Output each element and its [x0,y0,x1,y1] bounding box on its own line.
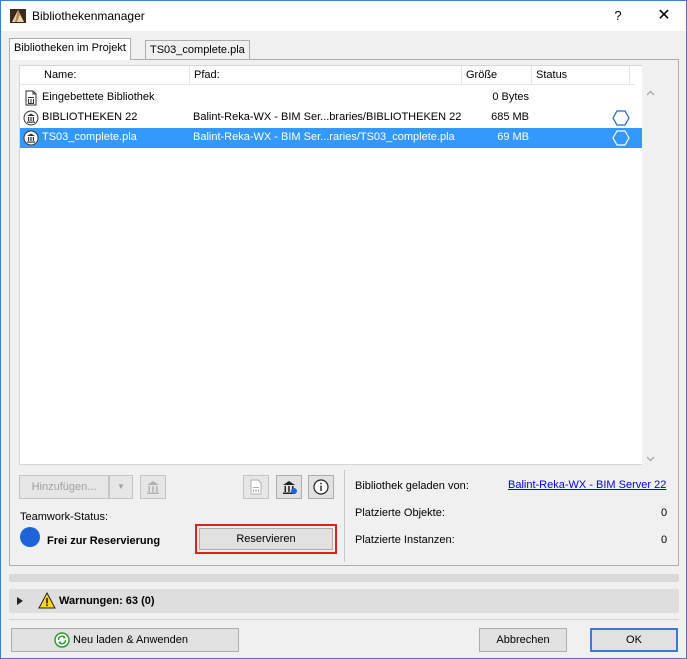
placed-objects-label: Platzierte Objekte: [355,507,445,519]
teamwork-status-icon [20,527,40,547]
placed-instances-value: 0 [661,534,668,546]
row-size: 0 Bytes [492,91,529,103]
library-icon [23,130,39,146]
footer-divider [9,619,679,620]
help-button[interactable]: ? [595,1,641,31]
loaded-from-link[interactable]: Balint-Reka-WX - BIM Server 22 [508,479,666,491]
tab-libraries-in-project[interactable]: Bibliotheken im Projekt [9,38,131,60]
warnings-bar[interactable]: Warnungen: 63 (0) [9,589,679,613]
warning-icon [38,592,56,609]
remove-library-button[interactable] [140,475,166,499]
column-header-status[interactable]: Status [532,66,630,84]
cancel-button[interactable]: Abbrechen [479,628,567,652]
close-button[interactable]: ✕ [641,1,687,31]
placed-instances-label: Platzierte Instanzen: [355,534,455,546]
placed-objects-value: 0 [661,507,668,519]
library-icon [23,110,39,126]
reload-apply-label: Neu laden & Anwenden [73,634,188,646]
list-scrollbar[interactable] [642,65,659,465]
bimserver-library-button[interactable] [276,475,302,499]
embedded-library-icon [25,90,37,106]
panel-divider [344,470,345,562]
row-path: Balint-Reka-WX - BIM Ser...raries/TS03_c… [193,131,455,143]
archicad-app-icon [10,9,26,23]
scroll-down-icon[interactable] [646,454,655,463]
row-size: 685 MB [491,111,529,123]
row-path: Balint-Reka-WX - BIM Ser...braries/BIBLI… [193,111,461,123]
scroll-up-icon[interactable] [646,89,655,98]
reload-apply-button[interactable]: Neu laden & Anwenden [11,628,239,652]
tab-ts03-complete[interactable]: TS03_complete.pla [145,40,250,60]
bimserver-hex-icon [612,130,630,146]
library-remove-icon [147,481,159,494]
table-row[interactable]: Eingebettete Bibliothek 0 Bytes [20,88,652,108]
row-name: TS03_complete.pla [42,131,137,143]
tab-panel: Name: Pfad: Größe Status Eingebettete Bi… [9,59,679,566]
library-list[interactable]: Name: Pfad: Größe Status Eingebettete Bi… [19,65,652,465]
reload-icon [54,632,70,648]
add-dropdown-button[interactable]: ▼ [109,475,133,499]
loaded-from-label: Bibliothek geladen von: [355,480,469,492]
row-size: 69 MB [497,131,529,143]
column-header-size[interactable]: Größe [462,66,532,84]
row-name: Eingebettete Bibliothek [42,91,155,103]
title-bar: Bibliothekenmanager ? ✕ [1,1,686,31]
bimserver-hex-icon [612,110,630,126]
table-row[interactable]: BIBLIOTHEKEN 22 Balint-Reka-WX - BIM Ser… [20,108,652,128]
table-row-selected[interactable]: TS03_complete.pla Balint-Reka-WX - BIM S… [20,128,652,148]
teamwork-status-label: Teamwork-Status: [20,511,109,523]
embed-library-button[interactable] [243,475,269,499]
embed-file-icon [250,479,262,495]
teamwork-status-text: Frei zur Reservierung [47,535,161,547]
info-icon [313,479,329,495]
window-title: Bibliothekenmanager [32,9,145,23]
row-name: BIBLIOTHEKEN 22 [42,111,138,123]
section-divider [9,574,679,582]
bimserver-library-icon [283,481,297,494]
reserve-button[interactable]: Reservieren [199,528,333,550]
warnings-label: Warnungen: 63 (0) [59,595,155,607]
expand-triangle-icon[interactable] [17,597,23,605]
column-header-name[interactable]: Name: [40,66,190,84]
library-info-button[interactable] [308,475,334,499]
library-manager-dialog: Bibliothekenmanager ? ✕ Bibliotheken im … [0,0,687,659]
ok-button[interactable]: OK [590,628,678,652]
header-divider [20,84,635,85]
add-library-button[interactable]: Hinzufügen... [19,475,109,499]
column-header-path[interactable]: Pfad: [190,66,462,84]
